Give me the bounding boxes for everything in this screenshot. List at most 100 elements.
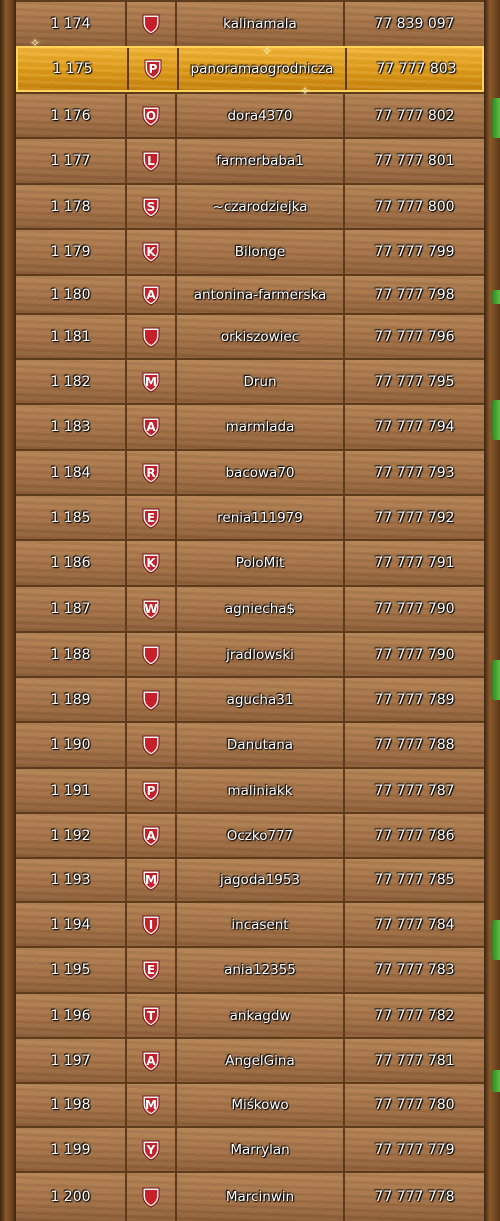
column-divider [125, 276, 127, 313]
column-divider [343, 541, 345, 585]
rank-cell: 1 177 [50, 153, 91, 169]
username-cell: Oczko777 [226, 827, 294, 844]
badge-cell: K [127, 541, 175, 585]
table-row[interactable]: 1 177 Lfarmerbaba1 77 777 801 [16, 137, 484, 183]
column-divider [175, 723, 177, 767]
green-tab-icon[interactable] [491, 400, 500, 440]
shield-badge-icon: M [140, 869, 162, 891]
column-divider [175, 678, 177, 721]
badge-cell: A [127, 1039, 175, 1082]
username-cell: marmlada [225, 419, 295, 435]
green-tab-icon[interactable] [491, 98, 500, 138]
points-cell: 77 777 800 [374, 198, 455, 215]
rank-cell: 1 192 [50, 827, 91, 844]
badge-letter: L [147, 154, 155, 168]
username-cell: incasent [231, 916, 289, 933]
table-row[interactable]: 1 200 Marcinwin 77 777 778 [16, 1171, 484, 1221]
points-cell: 77 777 782 [374, 1007, 455, 1024]
table-row[interactable]: 1 193 Mjagoda1953 77 777 785 [16, 857, 484, 901]
username-cell: agucha31 [226, 691, 294, 708]
green-tab-icon[interactable] [491, 920, 500, 960]
table-row[interactable]: 1 195 Eania12355 77 777 783 [16, 946, 484, 992]
table-row[interactable]: 1 190 Danutana 77 777 788 [16, 721, 484, 767]
column-divider [175, 405, 177, 449]
column-divider [125, 587, 127, 631]
badge-cell [127, 1173, 175, 1221]
points-cell: 77 777 780 [374, 1097, 455, 1113]
column-divider [175, 496, 177, 539]
table-row[interactable]: 1 189 agucha31 77 777 789 [16, 676, 484, 721]
table-row[interactable]: 1 188 jradlowski 77 777 790 [16, 631, 484, 676]
table-row[interactable]: 1 192 A Oczko777 77 777 786 [16, 812, 484, 857]
rank-cell: 1 193 [50, 872, 91, 888]
table-row[interactable]: 1 198 M Miśkowo 77 777 780 [16, 1082, 484, 1126]
table-row[interactable]: 1 186 K PoloMit 77 777 791 [16, 539, 484, 585]
table-row[interactable]: 1 180 Aantonina-farmerska 77 777 798 [16, 274, 484, 313]
rank-cell: 1 178 [50, 198, 91, 215]
table-row[interactable]: 1 175 Ppanoramaogrodnicza 77 777 803 [16, 46, 484, 92]
shield-badge-icon: M [140, 371, 162, 393]
table-row[interactable]: 1 184 Rbacowa70 77 777 793 [16, 449, 484, 494]
rank-cell: 1 199 [50, 1141, 91, 1158]
column-divider [125, 2, 127, 46]
table-row[interactable]: 1 191 Pmaliniakk 77 777 787 [16, 767, 484, 812]
shield-badge-icon: A [140, 416, 162, 438]
column-divider [125, 496, 127, 539]
table-row[interactable]: 1 187 Wagniecha$ 77 777 790 [16, 585, 484, 631]
column-divider [343, 276, 345, 313]
table-row[interactable]: 1 199 Y Marrylan 77 777 779 [16, 1126, 484, 1171]
username-cell: farmerbaba1 [216, 153, 304, 169]
column-divider [125, 185, 127, 228]
column-divider [343, 948, 345, 992]
table-row[interactable]: 1 185 Erenia111979 77 777 792 [16, 494, 484, 539]
shield-badge-icon: P [140, 780, 162, 802]
username-cell: Bilonge [234, 244, 286, 260]
sparkle-icon: ✧ [262, 44, 273, 58]
green-tab-icon[interactable] [491, 290, 500, 304]
rank-cell: 1 198 [50, 1097, 91, 1113]
badge-cell: T [127, 994, 175, 1037]
points-cell: 77 777 781 [374, 1052, 455, 1069]
badge-letter: Y [146, 1142, 156, 1157]
table-row[interactable]: 1 181 orkiszowiec 77 777 796 [16, 313, 484, 358]
shield-badge-icon: R [140, 462, 162, 484]
table-row[interactable]: 1 196 Tankagdw 77 777 782 [16, 992, 484, 1037]
table-row[interactable]: 1 176 Odora4370 77 777 802 [16, 92, 484, 137]
username-cell: Marrylan [230, 1141, 290, 1158]
green-tab-icon[interactable] [491, 660, 500, 700]
table-row[interactable]: 1 197 A AngelGina 77 777 781 [16, 1037, 484, 1082]
badge-cell [127, 723, 175, 767]
points-cell: 77 777 794 [374, 419, 455, 435]
column-divider [125, 1128, 127, 1171]
username-cell: orkiszowiec [220, 328, 300, 345]
column-divider [175, 1039, 177, 1082]
username-cell: maliniakk [227, 782, 293, 799]
table-row[interactable]: 1 174 kalinamala 77 839 097 [16, 0, 484, 46]
table-row[interactable]: 1 183 Amarmlada 77 777 794 [16, 403, 484, 449]
points-cell: 77 777 803 [376, 61, 457, 77]
column-divider [343, 496, 345, 539]
badge-letter: M [145, 1098, 157, 1112]
badge-letter: P [148, 62, 158, 76]
table-row[interactable]: 1 194 Iincasent 77 777 784 [16, 901, 484, 946]
points-cell: 77 777 784 [374, 916, 455, 933]
badge-letter: I [148, 917, 154, 932]
column-divider [343, 859, 345, 901]
table-row[interactable]: 1 179 K Bilonge 77 777 799 [16, 228, 484, 274]
shield-badge-icon [140, 734, 162, 756]
column-divider [175, 94, 177, 137]
column-divider [343, 587, 345, 631]
shield-badge-icon: M [140, 1094, 162, 1116]
column-divider [127, 48, 129, 90]
table-row[interactable]: 1 178 S ~czarodziejka 77 777 800 [16, 183, 484, 228]
column-divider [125, 94, 127, 137]
badge-cell: M [127, 360, 175, 403]
column-divider [125, 994, 127, 1037]
column-divider [343, 1039, 345, 1082]
shield-badge-icon [140, 13, 162, 35]
badge-cell: R [127, 451, 175, 494]
green-tab-icon[interactable] [491, 1070, 500, 1092]
table-row[interactable]: 1 182 M Drun 77 777 795 [16, 358, 484, 403]
column-divider [343, 315, 345, 358]
shield-badge-icon: W [140, 598, 162, 620]
